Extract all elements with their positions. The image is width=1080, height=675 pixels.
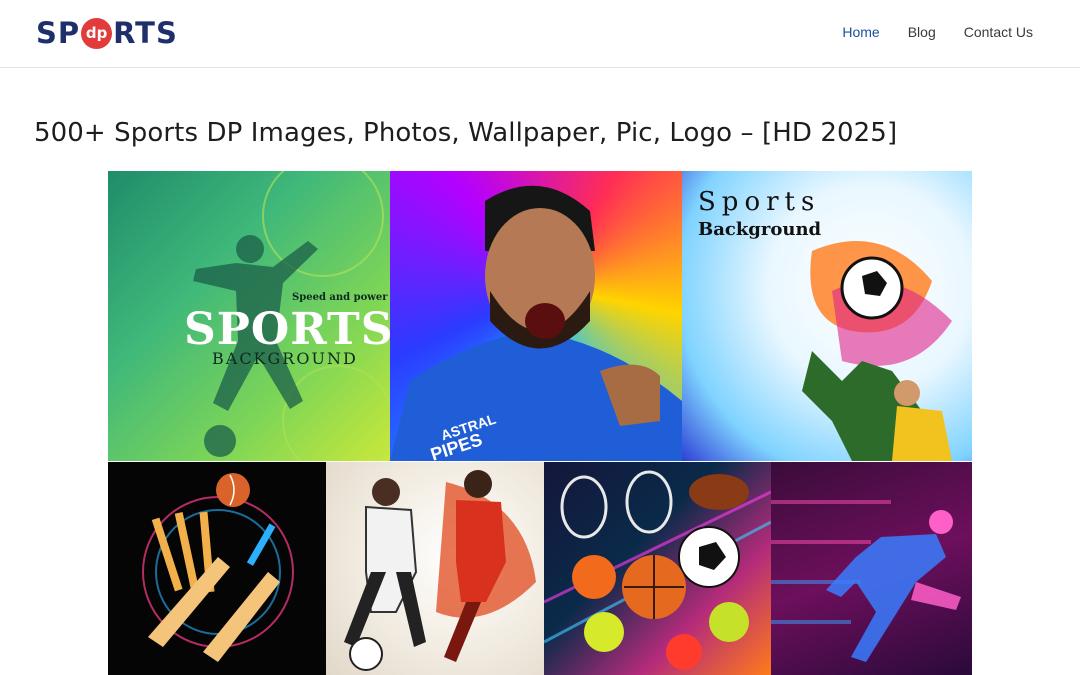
site-logo[interactable]: SP dp RTS <box>36 16 178 50</box>
nav-contact-us[interactable]: Contact Us <box>964 24 1033 40</box>
logo-text-right: RTS <box>113 16 178 50</box>
collage-tile-cricket-bats <box>108 462 326 675</box>
logo-badge: dp <box>81 17 113 49</box>
site-header: SP dp RTS Home Blog Contact Us <box>0 0 1080 68</box>
collage-tile-runner <box>771 462 972 675</box>
tile1-subheadline: BACKGROUND <box>212 349 358 368</box>
nav-home[interactable]: Home <box>842 24 879 40</box>
main-nav: Home Blog Contact Us <box>842 24 1033 40</box>
collage-tile-sports-balls <box>544 462 771 675</box>
collage-tile-footballers <box>326 462 544 675</box>
featured-image-collage[interactable]: Speed and power SPORTS BACKGROUND ASTRAL… <box>108 171 972 675</box>
runner-icon <box>771 500 961 662</box>
sports-balls-icon <box>544 470 771 670</box>
collage-tile-sports-background-splash: Sports Background <box>682 171 972 461</box>
logo-text-left: SP <box>36 16 81 50</box>
tile3-subheadline: Background <box>698 219 822 240</box>
footballers-icon <box>344 470 536 671</box>
cricketer-portrait-icon <box>390 185 682 461</box>
page-title: 500+ Sports DP Images, Photos, Wallpaper… <box>34 118 898 148</box>
collage-tile-sports-background-green: Speed and power SPORTS BACKGROUND <box>108 171 390 461</box>
tile1-tagline: Speed and power <box>292 292 388 303</box>
nav-blog[interactable]: Blog <box>908 24 936 40</box>
cricket-bats-icon <box>142 473 294 662</box>
tile3-headline: Sports <box>698 187 821 217</box>
tile1-headline: SPORTS <box>184 304 390 355</box>
collage-tile-cricketer-portrait: ASTRAL PIPES <box>390 171 682 461</box>
